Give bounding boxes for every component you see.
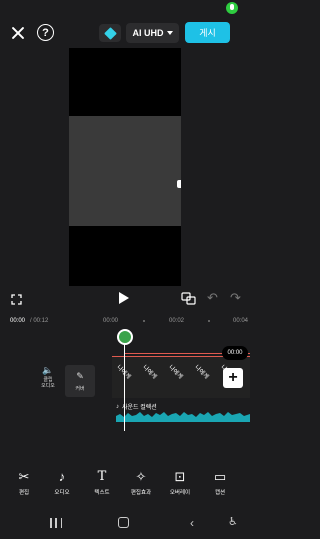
chevron-down-icon bbox=[166, 31, 173, 35]
home-button[interactable] bbox=[118, 517, 129, 528]
quality-label: AI UHD bbox=[132, 28, 164, 38]
fullscreen-icon[interactable] bbox=[11, 292, 22, 305]
audio-waveform[interactable] bbox=[116, 410, 250, 422]
accessibility-icon[interactable]: ♿ bbox=[228, 515, 238, 528]
recents-button[interactable] bbox=[50, 518, 62, 528]
clip-frame-label: 나에게 bbox=[167, 364, 184, 381]
tool-label: 편집효과 bbox=[130, 490, 152, 496]
current-time: 00:00 bbox=[10, 318, 26, 324]
help-icon[interactable]: ? bbox=[37, 24, 54, 41]
tool-caption[interactable]: ▭ 캡션 bbox=[202, 469, 238, 497]
total-time: / 00:12 bbox=[30, 318, 49, 324]
play-icon[interactable] bbox=[119, 292, 129, 304]
tool-audio[interactable]: ♪ 오디오 bbox=[44, 469, 80, 497]
undo-icon[interactable]: ↶ bbox=[207, 291, 219, 304]
ruler-tick-dot bbox=[208, 320, 210, 322]
speaker-icon: 🔈 bbox=[42, 365, 54, 375]
diamond-icon bbox=[103, 26, 117, 40]
clip-audio-label: 클립 오디오 bbox=[41, 376, 55, 390]
post-button[interactable]: 게시 bbox=[185, 22, 230, 43]
music-note-icon: ♪ bbox=[116, 403, 119, 410]
back-icon[interactable]: ‹ bbox=[190, 516, 194, 530]
tool-label: 텍스트 bbox=[94, 490, 110, 496]
playhead-handle[interactable] bbox=[117, 329, 133, 345]
playhead[interactable] bbox=[124, 336, 125, 431]
tool-text[interactable]: T 텍스트 bbox=[84, 469, 120, 497]
close-icon[interactable] bbox=[10, 25, 26, 41]
time-bubble: 00:00 bbox=[222, 346, 248, 360]
tool-label: 오디오 bbox=[54, 490, 70, 496]
ruler-tick-label: 00:00 bbox=[103, 318, 119, 324]
music-note-icon: ♪ bbox=[58, 469, 66, 484]
redo-icon[interactable]: ↷ bbox=[230, 291, 242, 304]
tool-label: 편집 bbox=[18, 490, 30, 496]
premium-button[interactable] bbox=[99, 24, 121, 42]
ruler-tick-label: 00:04 bbox=[233, 318, 249, 324]
tool-edit[interactable]: ✂ 편집 bbox=[6, 469, 42, 497]
tool-effects[interactable]: ✧ 편집효과 bbox=[123, 469, 159, 497]
clip-frame-label: 나에게 bbox=[141, 364, 158, 381]
preview-frame bbox=[69, 116, 181, 226]
ruler-tick-dot bbox=[143, 320, 145, 322]
tool-label: 오버레이 bbox=[169, 490, 191, 496]
scissors-icon: ✂ bbox=[18, 469, 30, 484]
video-preview[interactable] bbox=[69, 48, 181, 286]
pencil-icon: ✎ bbox=[76, 370, 84, 381]
clip-audio-button[interactable]: 🔈 클립 오디오 bbox=[38, 365, 58, 390]
cover-label: 커버 bbox=[75, 385, 85, 392]
tool-overlay[interactable]: ⊡ 오버레이 bbox=[162, 469, 198, 497]
cover-button[interactable]: ✎ 커버 bbox=[65, 365, 95, 397]
text-icon: T bbox=[97, 469, 107, 484]
preview-resize-handle[interactable] bbox=[177, 180, 181, 188]
sparkle-icon: ✧ bbox=[135, 469, 147, 484]
add-clip-button[interactable]: + bbox=[223, 368, 243, 388]
ruler-tick-label: 00:02 bbox=[169, 318, 185, 324]
microphone-indicator-icon bbox=[226, 2, 238, 14]
quality-dropdown[interactable]: AI UHD bbox=[126, 23, 179, 43]
caption-icon: ▭ bbox=[213, 469, 227, 484]
clip-frame-label: 나에게 bbox=[193, 364, 210, 381]
overlay-icon: ⊡ bbox=[174, 469, 186, 484]
compare-icon[interactable] bbox=[181, 292, 196, 305]
tool-label: 캡션 bbox=[214, 490, 226, 496]
